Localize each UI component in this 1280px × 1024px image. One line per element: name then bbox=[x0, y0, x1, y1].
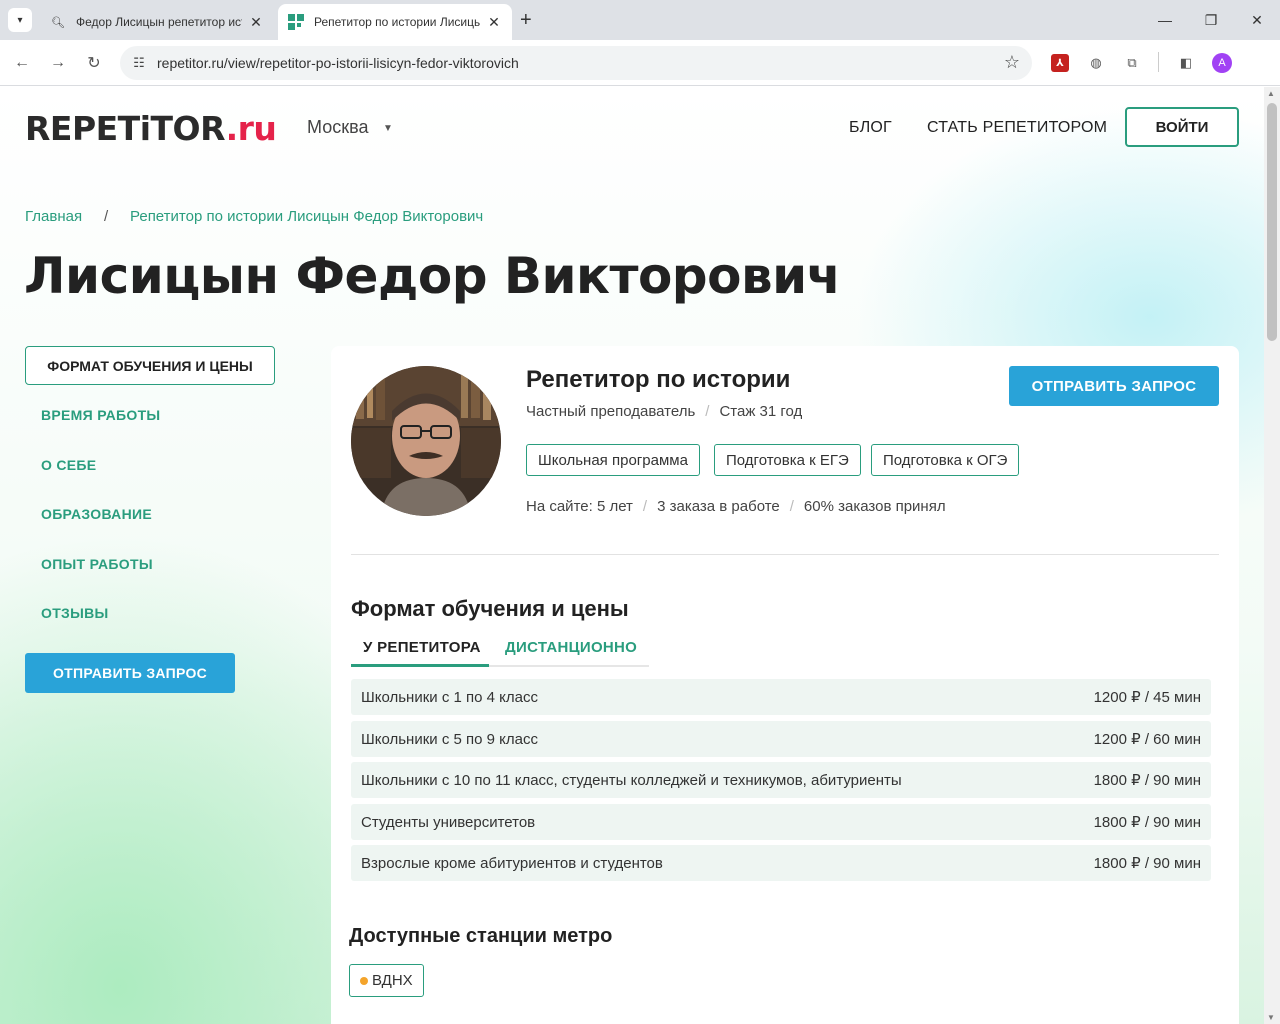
tutor-experience: Стаж 31 год bbox=[719, 403, 803, 420]
sidebar-item-schedule[interactable]: ВРЕМЯ РАБОТЫ bbox=[41, 407, 160, 423]
price-row-label: Школьники с 10 по 11 класс, студенты кол… bbox=[361, 771, 902, 789]
back-icon[interactable]: ← bbox=[10, 51, 34, 75]
breadcrumb-home[interactable]: Главная bbox=[25, 208, 82, 225]
send-request-button[interactable]: ОТПРАВИТЬ ЗАПРОС bbox=[1009, 366, 1219, 406]
tab-remote[interactable]: ДИСТАНЦИОННО bbox=[505, 639, 637, 656]
stat-separator: / bbox=[642, 498, 648, 515]
metro-station-name: ВДНХ bbox=[372, 972, 413, 989]
sidebar-item-reviews[interactable]: ОТЗЫВЫ bbox=[41, 605, 109, 621]
tutor-type: Частный преподаватель bbox=[526, 403, 696, 420]
sidebar-item-format[interactable]: ФОРМАТ ОБУЧЕНИЯ И ЦЕНЫ bbox=[25, 346, 275, 385]
tab-title: Репетитор по истории Лисицын bbox=[314, 15, 480, 29]
stat-separator: / bbox=[789, 498, 794, 515]
tutor-stats: На сайте: 5 лет / 3 заказа в работе / 60% за… bbox=[526, 498, 946, 515]
sidebar-item-education[interactable]: ОБРАЗОВАНИЕ bbox=[41, 506, 152, 522]
chip-school-program[interactable]: Школьная программа bbox=[526, 444, 700, 476]
price-row: Школьники с 1 по 4 класс 1200 ₽ / 45 мин bbox=[351, 679, 1211, 715]
tab-at-tutor[interactable]: У РЕПЕТИТОРА bbox=[363, 639, 481, 656]
price-row-label: Взрослые кроме абитуриентов и студентов bbox=[361, 854, 663, 872]
metro-line-dot-icon bbox=[360, 976, 368, 985]
page-scrollbar[interactable]: ▲ ▼ bbox=[1264, 87, 1280, 1024]
logo-tld: .ru bbox=[225, 109, 277, 148]
new-tab-icon[interactable]: + bbox=[520, 9, 532, 32]
login-button[interactable]: ВОЙТИ bbox=[1125, 107, 1239, 147]
price-row-value: 1800 ₽ / 90 мин bbox=[1093, 855, 1201, 872]
restore-icon[interactable]: ❐ bbox=[1188, 0, 1234, 40]
globe-extension-icon[interactable]: ◍ bbox=[1086, 53, 1106, 73]
star-icon[interactable]: ☆ bbox=[1004, 52, 1020, 73]
browser-tab-strip: ▾ 🔍︎ Федор Лисицын репетитор ист ✕ Репет… bbox=[0, 0, 1280, 40]
metro-station-chip[interactable]: ВДНХ bbox=[349, 964, 424, 997]
toolbar-separator bbox=[1158, 52, 1159, 72]
stat-on-site: На сайте: 5 лет bbox=[526, 498, 633, 515]
stat-accepted: 60% заказов принял bbox=[803, 498, 946, 515]
price-row: Студенты университетов 1800 ₽ / 90 мин bbox=[351, 804, 1211, 840]
divider bbox=[351, 554, 1219, 555]
tab-search-icon[interactable]: ▾ bbox=[8, 8, 32, 32]
scroll-thumb[interactable] bbox=[1267, 103, 1277, 341]
breadcrumb-separator: / bbox=[104, 208, 109, 225]
price-row: Школьники с 10 по 11 класс, студенты кол… bbox=[351, 762, 1211, 798]
site-info-icon[interactable]: ☷ bbox=[130, 54, 148, 72]
scroll-up-icon[interactable]: ▲ bbox=[1267, 89, 1275, 98]
price-row: Взрослые кроме абитуриентов и студентов … bbox=[351, 845, 1211, 881]
pdf-extension-icon[interactable]: ⅄ bbox=[1051, 54, 1069, 72]
browser-tab-2[interactable]: Репетитор по истории Лисицын ✕ bbox=[278, 4, 512, 40]
nav-become-tutor-link[interactable]: СТАТЬ РЕПЕТИТОРОМ bbox=[927, 119, 1107, 137]
price-row-value: 1800 ₽ / 90 мин bbox=[1093, 772, 1201, 789]
forward-icon[interactable]: → bbox=[46, 51, 70, 75]
price-row-value: 1800 ₽ / 90 мин bbox=[1093, 814, 1201, 831]
chip-oge[interactable]: Подготовка к ОГЭ bbox=[871, 444, 1020, 476]
address-bar[interactable]: ☷ repetitor.ru/view/repetitor-po-istorii… bbox=[120, 46, 1032, 80]
site-logo[interactable]: REPETiTOR.ru bbox=[25, 109, 277, 148]
extensions-icon[interactable]: ⧉ bbox=[1122, 53, 1142, 73]
metro-title: Доступные станции метро bbox=[349, 925, 613, 947]
tutor-photo bbox=[351, 366, 501, 516]
scroll-down-icon[interactable]: ▼ bbox=[1267, 1013, 1275, 1022]
page-title: Лисицын Федор Викторович bbox=[24, 247, 841, 305]
price-row: Школьники с 5 по 9 класс 1200 ₽ / 60 мин bbox=[351, 721, 1211, 757]
pricing-title: Формат обучения и цены bbox=[351, 596, 629, 621]
price-row-label: Школьники с 5 по 9 класс bbox=[361, 730, 538, 748]
sidebar-item-about[interactable]: О СЕБЕ bbox=[41, 457, 96, 473]
tab-title: Федор Лисицын репетитор ист bbox=[76, 15, 242, 29]
tutor-role: Репетитор по истории bbox=[526, 366, 791, 393]
price-row-label: Школьники с 1 по 4 класс bbox=[361, 688, 538, 706]
logo-main: REPETiTOR bbox=[25, 109, 226, 148]
sidebar-item-experience[interactable]: ОПЫТ РАБОТЫ bbox=[41, 556, 153, 572]
price-row-value: 1200 ₽ / 60 мин bbox=[1093, 731, 1201, 748]
url-text[interactable]: repetitor.ru/view/repetitor-po-istorii-l… bbox=[157, 55, 519, 71]
search-favicon-icon: 🔍︎ bbox=[51, 16, 65, 29]
profile-avatar[interactable]: A bbox=[1212, 53, 1232, 73]
tutor-card: Репетитор по истории Частный преподавате… bbox=[331, 346, 1239, 1024]
meta-separator: / bbox=[705, 403, 710, 420]
price-row-value: 1200 ₽ / 45 мин bbox=[1093, 689, 1201, 706]
caret-down-icon[interactable]: ▼ bbox=[383, 123, 393, 134]
city-selector[interactable]: Москва bbox=[307, 117, 368, 138]
nav-blog-link[interactable]: БЛОГ bbox=[849, 119, 892, 137]
chip-ege[interactable]: Подготовка к ЕГЭ bbox=[714, 444, 861, 476]
side-panel-icon[interactable]: ◧ bbox=[1176, 53, 1196, 73]
browser-toolbar: ← → ↻ ☷ repetitor.ru/view/repetitor-po-i… bbox=[0, 40, 1280, 86]
reload-icon[interactable]: ↻ bbox=[82, 51, 106, 75]
close-window-icon[interactable]: ✕ bbox=[1234, 0, 1280, 40]
tutor-meta: Частный преподаватель / Стаж 31 год bbox=[526, 403, 802, 420]
repetitor-favicon-icon bbox=[288, 14, 304, 30]
active-tab-indicator bbox=[351, 664, 489, 667]
browser-tab-1[interactable]: 🔍︎ Федор Лисицын репетитор ист ✕ bbox=[40, 4, 274, 40]
price-row-label: Студенты университетов bbox=[361, 813, 536, 831]
breadcrumb-current[interactable]: Репетитор по истории Лисицын Федор Викто… bbox=[130, 208, 483, 225]
stat-orders: 3 заказа в работе bbox=[657, 498, 780, 515]
sidebar-send-request-button[interactable]: ОТПРАВИТЬ ЗАПРОС bbox=[25, 653, 235, 693]
close-tab-icon[interactable]: ✕ bbox=[248, 14, 264, 31]
minimize-icon[interactable]: — bbox=[1142, 0, 1188, 40]
page-content: REPETiTOR.ru Москва ▼ БЛОГ СТАТЬ РЕПЕТИТ… bbox=[0, 87, 1264, 1024]
close-tab-icon[interactable]: ✕ bbox=[486, 14, 502, 31]
